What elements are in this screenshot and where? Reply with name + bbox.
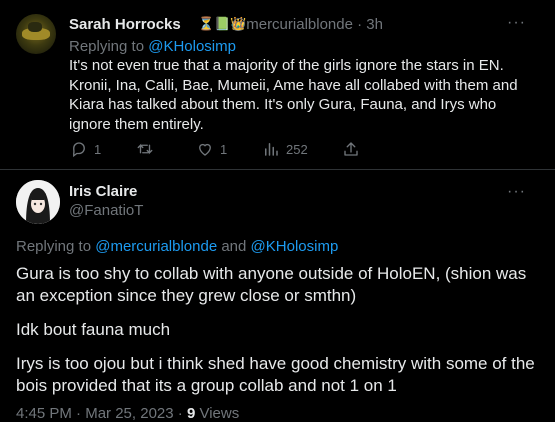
views-icon: [265, 143, 278, 156]
reply-count: 1: [94, 141, 102, 157]
mention-link[interactable]: @mercurialblonde: [95, 238, 217, 255]
replying-to: Replying to @KHolosimp: [69, 38, 236, 55]
tweet-body: It's not even true that a majority of th…: [69, 57, 518, 133]
views-count: 252: [286, 141, 308, 157]
more-icon[interactable]: ···: [507, 14, 526, 32]
like-count: 1: [220, 141, 228, 157]
tweet-paragraph: Irys is too ojou but i think shed have g…: [16, 354, 535, 395]
handle-and-time: @mercurialblonde · 3h: [231, 16, 383, 33]
avatar-iris-claire[interactable]: [16, 180, 60, 224]
retweet-icon: [137, 143, 153, 155]
timestamp[interactable]: 3h: [366, 16, 383, 33]
tweet-paragraph: Gura is too shy to collab with anyone ou…: [16, 264, 527, 305]
separator: ·: [177, 405, 183, 422]
mention-link[interactable]: @KHolosimp: [148, 38, 236, 55]
more-icon[interactable]: ···: [507, 183, 526, 201]
handle[interactable]: @FanatioT: [69, 202, 143, 219]
reply-button[interactable]: 1: [70, 140, 101, 158]
retweet-button[interactable]: [136, 140, 160, 158]
tweet-paragraph: Idk bout fauna much: [16, 320, 171, 339]
separator: ·: [357, 16, 363, 33]
views-button[interactable]: 252: [262, 140, 308, 158]
replying-to: Replying to @mercurialblonde and @KHolos…: [16, 238, 338, 255]
mention-link[interactable]: @KHolosimp: [251, 238, 339, 255]
timestamp[interactable]: 4:45 PM: [16, 405, 72, 422]
views-count: 9: [186, 405, 196, 422]
reply-icon: [73, 142, 85, 158]
avatar-sarah-horrocks[interactable]: [16, 14, 56, 54]
date[interactable]: Mar 25, 2023: [85, 405, 173, 422]
like-icon: [199, 143, 211, 156]
like-button[interactable]: 1: [196, 140, 227, 158]
share-icon: [344, 142, 358, 156]
share-button[interactable]: [342, 140, 366, 158]
tweet-meta: 4:45 PM · Mar 25, 2023 · 9 Views: [16, 405, 239, 422]
replying-and: and: [221, 238, 247, 255]
display-name[interactable]: Sarah Horrocks: [69, 16, 181, 33]
handle[interactable]: @mercurialblonde: [231, 16, 353, 33]
divider: [0, 169, 555, 170]
replying-prefix: Replying to: [69, 38, 145, 55]
separator: ·: [76, 405, 82, 422]
replying-prefix: Replying to: [16, 238, 92, 255]
display-name[interactable]: Iris Claire: [69, 183, 137, 200]
views-label: Views: [199, 405, 240, 422]
